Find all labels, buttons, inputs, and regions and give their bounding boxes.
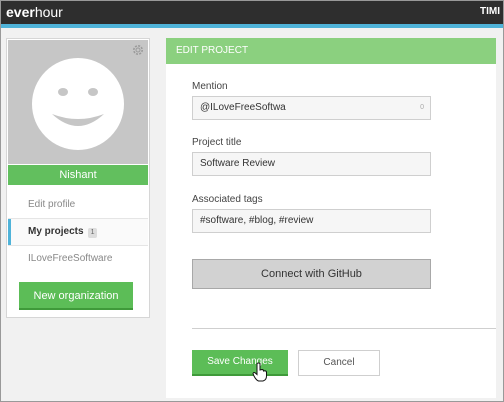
project-title-input[interactable]: Software Review xyxy=(192,152,431,176)
brand-rest: hour xyxy=(34,4,63,20)
form-divider xyxy=(192,328,496,329)
top-bar: everhour TIMI xyxy=(0,0,504,24)
profile-card: Nishant Edit profile My projects 1 ILoveF… xyxy=(6,38,150,318)
mention-label: Mention xyxy=(192,81,228,92)
gear-icon[interactable] xyxy=(131,43,145,57)
edit-project-panel: EDIT PROJECT Mention @ILoveFreeSoftwa 0 … xyxy=(166,38,496,398)
panel-title: EDIT PROJECT xyxy=(166,38,496,64)
accent-line xyxy=(0,24,504,28)
save-changes-button[interactable]: Save Changes xyxy=(192,350,288,376)
avatar xyxy=(8,40,148,164)
projects-count-badge: 1 xyxy=(87,228,98,238)
app-logo[interactable]: everhour xyxy=(6,4,63,20)
smiley-avatar-icon xyxy=(32,58,124,150)
connect-github-button[interactable]: Connect with GitHub xyxy=(192,259,431,289)
mention-counter: 0 xyxy=(420,104,424,111)
brand-bold: ever xyxy=(6,4,35,20)
menu-item-label: My projects xyxy=(28,226,84,237)
profile-name: Nishant xyxy=(8,165,148,185)
hand-cursor-icon xyxy=(252,362,267,382)
menu-item-edit-profile[interactable]: Edit profile xyxy=(8,192,148,218)
cancel-button[interactable]: Cancel xyxy=(298,350,380,376)
user-name[interactable]: TIMI xyxy=(480,6,500,17)
project-title-label: Project title xyxy=(192,137,242,148)
tags-label: Associated tags xyxy=(192,194,263,205)
mention-input[interactable]: @ILoveFreeSoftwa 0 xyxy=(192,96,431,120)
menu-item-organization[interactable]: ILoveFreeSoftware xyxy=(8,246,148,272)
mention-value: @ILoveFreeSoftwa xyxy=(200,102,286,113)
new-organization-button[interactable]: New organization xyxy=(19,282,133,310)
menu-item-my-projects[interactable]: My projects 1 xyxy=(8,219,148,245)
tags-input[interactable]: #software, #blog, #review xyxy=(192,209,431,233)
